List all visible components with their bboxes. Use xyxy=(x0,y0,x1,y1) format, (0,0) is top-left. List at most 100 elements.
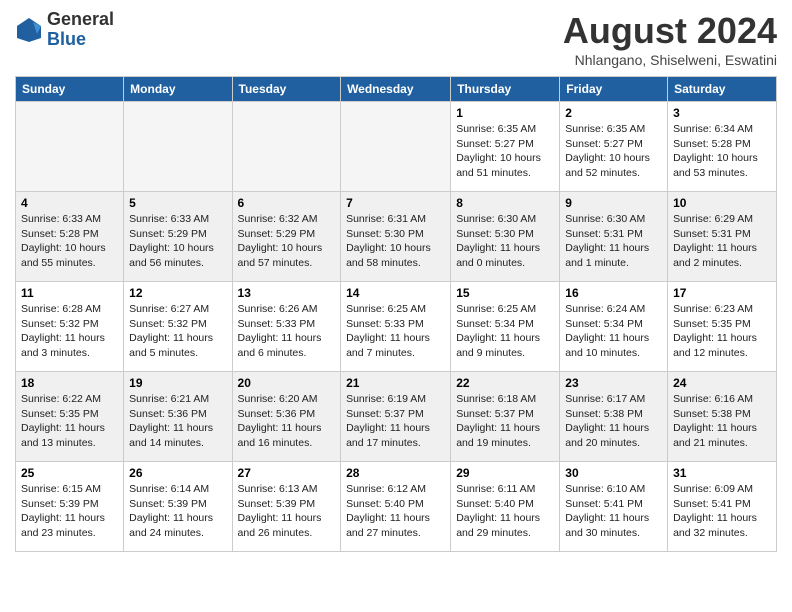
day-info: Sunrise: 6:35 AMSunset: 5:27 PMDaylight:… xyxy=(565,122,662,181)
day-info: Sunrise: 6:33 AMSunset: 5:29 PMDaylight:… xyxy=(129,212,226,271)
day-info: Sunrise: 6:28 AMSunset: 5:32 PMDaylight:… xyxy=(21,302,118,361)
logo-text: General Blue xyxy=(47,10,114,50)
day-number: 25 xyxy=(21,466,118,480)
day-info: Sunrise: 6:22 AMSunset: 5:35 PMDaylight:… xyxy=(21,392,118,451)
day-number: 18 xyxy=(21,376,118,390)
day-info: Sunrise: 6:32 AMSunset: 5:29 PMDaylight:… xyxy=(238,212,336,271)
day-number: 15 xyxy=(456,286,554,300)
logo: General Blue xyxy=(15,10,114,50)
week-row-2: 4 Sunrise: 6:33 AMSunset: 5:28 PMDaylight… xyxy=(16,192,777,282)
calendar-cell xyxy=(16,102,124,192)
day-number: 30 xyxy=(565,466,662,480)
day-info: Sunrise: 6:30 AMSunset: 5:30 PMDaylight:… xyxy=(456,212,554,271)
calendar-cell: 22 Sunrise: 6:18 AMSunset: 5:37 PMDayligh… xyxy=(451,372,560,462)
day-number: 11 xyxy=(21,286,118,300)
day-number: 6 xyxy=(238,196,336,210)
month-year: August 2024 xyxy=(563,10,777,52)
day-info: Sunrise: 6:25 AMSunset: 5:34 PMDaylight:… xyxy=(456,302,554,361)
day-header-saturday: Saturday xyxy=(668,77,777,102)
day-header-friday: Friday xyxy=(560,77,668,102)
day-number: 24 xyxy=(673,376,771,390)
day-number: 31 xyxy=(673,466,771,480)
calendar-header: SundayMondayTuesdayWednesdayThursdayFrid… xyxy=(16,77,777,102)
day-info: Sunrise: 6:17 AMSunset: 5:38 PMDaylight:… xyxy=(565,392,662,451)
calendar-cell: 26Sunrise: 6:14 AMSunset: 5:39 PMDayligh… xyxy=(124,462,232,552)
calendar-cell: 14 Sunrise: 6:25 AMSunset: 5:33 PMDayligh… xyxy=(341,282,451,372)
day-number: 14 xyxy=(346,286,445,300)
calendar-cell: 25 Sunrise: 6:15 AMSunset: 5:39 PMDayligh… xyxy=(16,462,124,552)
day-number: 1 xyxy=(456,106,554,120)
calendar-cell: 23 Sunrise: 6:17 AMSunset: 5:38 PMDayligh… xyxy=(560,372,668,462)
day-info: Sunrise: 6:35 AMSunset: 5:27 PMDaylight:… xyxy=(456,122,554,181)
calendar-cell: 20 Sunrise: 6:20 AMSunset: 5:36 PMDayligh… xyxy=(232,372,341,462)
calendar-cell: 21Sunrise: 6:19 AMSunset: 5:37 PMDayligh… xyxy=(341,372,451,462)
calendar-cell: 24 Sunrise: 6:16 AMSunset: 5:38 PMDayligh… xyxy=(668,372,777,462)
day-number: 20 xyxy=(238,376,336,390)
day-info: Sunrise: 6:12 AMSunset: 5:40 PMDaylight:… xyxy=(346,482,445,541)
day-number: 8 xyxy=(456,196,554,210)
day-info: Sunrise: 6:18 AMSunset: 5:37 PMDaylight:… xyxy=(456,392,554,451)
logo-icon xyxy=(15,16,43,44)
day-number: 3 xyxy=(673,106,771,120)
calendar-cell: 19Sunrise: 6:21 AMSunset: 5:36 PMDayligh… xyxy=(124,372,232,462)
day-info: Sunrise: 6:25 AMSunset: 5:33 PMDaylight:… xyxy=(346,302,445,361)
day-info: Sunrise: 6:11 AMSunset: 5:40 PMDaylight:… xyxy=(456,482,554,541)
calendar: SundayMondayTuesdayWednesdayThursdayFrid… xyxy=(15,76,777,552)
logo-general: General xyxy=(47,10,114,30)
day-info: Sunrise: 6:10 AMSunset: 5:41 PMDaylight:… xyxy=(565,482,662,541)
calendar-cell: 3 Sunrise: 6:34 AMSunset: 5:28 PMDaylight… xyxy=(668,102,777,192)
calendar-cell: 6 Sunrise: 6:32 AMSunset: 5:29 PMDaylight… xyxy=(232,192,341,282)
day-number: 4 xyxy=(21,196,118,210)
day-number: 23 xyxy=(565,376,662,390)
calendar-cell: 12Sunrise: 6:27 AMSunset: 5:32 PMDayligh… xyxy=(124,282,232,372)
day-number: 22 xyxy=(456,376,554,390)
page-header: General Blue August 2024 Nhlangano, Shis… xyxy=(15,10,777,68)
calendar-cell: 9Sunrise: 6:30 AMSunset: 5:31 PMDaylight… xyxy=(560,192,668,282)
day-info: Sunrise: 6:31 AMSunset: 5:30 PMDaylight:… xyxy=(346,212,445,271)
calendar-cell: 30 Sunrise: 6:10 AMSunset: 5:41 PMDayligh… xyxy=(560,462,668,552)
day-number: 28 xyxy=(346,466,445,480)
day-info: Sunrise: 6:29 AMSunset: 5:31 PMDaylight:… xyxy=(673,212,771,271)
week-row-4: 18 Sunrise: 6:22 AMSunset: 5:35 PMDayligh… xyxy=(16,372,777,462)
day-number: 16 xyxy=(565,286,662,300)
day-info: Sunrise: 6:24 AMSunset: 5:34 PMDaylight:… xyxy=(565,302,662,361)
title-section: August 2024 Nhlangano, Shiselweni, Eswat… xyxy=(563,10,777,68)
day-info: Sunrise: 6:34 AMSunset: 5:28 PMDaylight:… xyxy=(673,122,771,181)
day-info: Sunrise: 6:20 AMSunset: 5:36 PMDaylight:… xyxy=(238,392,336,451)
day-number: 17 xyxy=(673,286,771,300)
day-info: Sunrise: 6:09 AMSunset: 5:41 PMDaylight:… xyxy=(673,482,771,541)
day-number: 21 xyxy=(346,376,445,390)
day-header-sunday: Sunday xyxy=(16,77,124,102)
calendar-cell: 17 Sunrise: 6:23 AMSunset: 5:35 PMDayligh… xyxy=(668,282,777,372)
calendar-cell: 16 Sunrise: 6:24 AMSunset: 5:34 PMDayligh… xyxy=(560,282,668,372)
calendar-cell: 15 Sunrise: 6:25 AMSunset: 5:34 PMDayligh… xyxy=(451,282,560,372)
calendar-cell: 5Sunrise: 6:33 AMSunset: 5:29 PMDaylight… xyxy=(124,192,232,282)
calendar-cell xyxy=(124,102,232,192)
calendar-cell: 1 Sunrise: 6:35 AMSunset: 5:27 PMDaylight… xyxy=(451,102,560,192)
day-number: 12 xyxy=(129,286,226,300)
day-number: 27 xyxy=(238,466,336,480)
day-info: Sunrise: 6:15 AMSunset: 5:39 PMDaylight:… xyxy=(21,482,118,541)
day-number: 19 xyxy=(129,376,226,390)
calendar-cell: 18 Sunrise: 6:22 AMSunset: 5:35 PMDayligh… xyxy=(16,372,124,462)
day-header-wednesday: Wednesday xyxy=(341,77,451,102)
day-info: Sunrise: 6:13 AMSunset: 5:39 PMDaylight:… xyxy=(238,482,336,541)
week-row-3: 11 Sunrise: 6:28 AMSunset: 5:32 PMDayligh… xyxy=(16,282,777,372)
logo-blue: Blue xyxy=(47,30,114,50)
day-info: Sunrise: 6:33 AMSunset: 5:28 PMDaylight:… xyxy=(21,212,118,271)
day-number: 29 xyxy=(456,466,554,480)
calendar-cell: 4 Sunrise: 6:33 AMSunset: 5:28 PMDaylight… xyxy=(16,192,124,282)
week-row-5: 25 Sunrise: 6:15 AMSunset: 5:39 PMDayligh… xyxy=(16,462,777,552)
day-number: 10 xyxy=(673,196,771,210)
calendar-cell: 7 Sunrise: 6:31 AMSunset: 5:30 PMDaylight… xyxy=(341,192,451,282)
calendar-cell: 27 Sunrise: 6:13 AMSunset: 5:39 PMDayligh… xyxy=(232,462,341,552)
calendar-cell: 2Sunrise: 6:35 AMSunset: 5:27 PMDaylight… xyxy=(560,102,668,192)
day-info: Sunrise: 6:23 AMSunset: 5:35 PMDaylight:… xyxy=(673,302,771,361)
day-number: 7 xyxy=(346,196,445,210)
day-info: Sunrise: 6:14 AMSunset: 5:39 PMDaylight:… xyxy=(129,482,226,541)
day-header-monday: Monday xyxy=(124,77,232,102)
day-info: Sunrise: 6:16 AMSunset: 5:38 PMDaylight:… xyxy=(673,392,771,451)
calendar-cell: 10 Sunrise: 6:29 AMSunset: 5:31 PMDayligh… xyxy=(668,192,777,282)
day-info: Sunrise: 6:30 AMSunset: 5:31 PMDaylight:… xyxy=(565,212,662,271)
calendar-cell: 13Sunrise: 6:26 AMSunset: 5:33 PMDayligh… xyxy=(232,282,341,372)
